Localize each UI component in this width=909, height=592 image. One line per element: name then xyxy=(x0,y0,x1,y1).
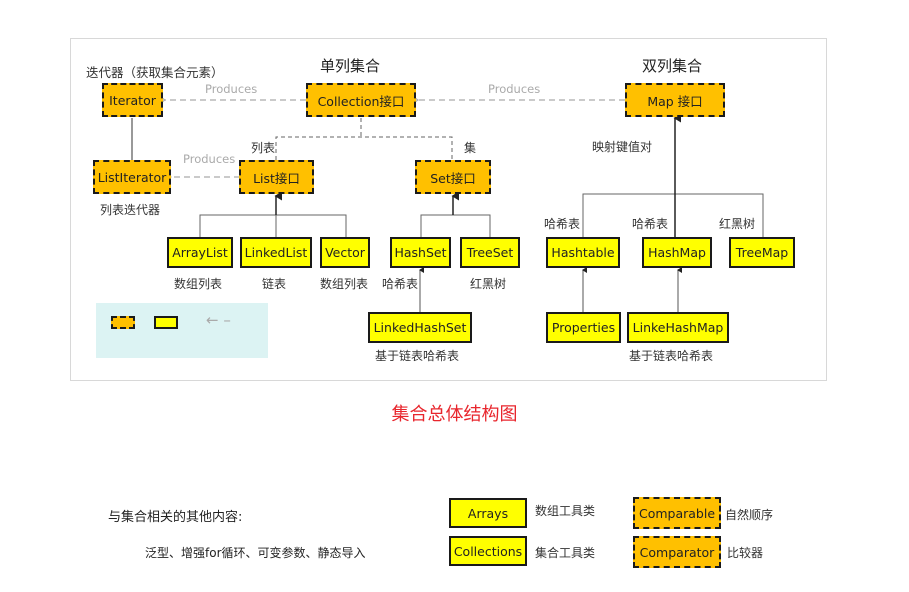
node-linkedhashset[interactable]: LinkedHashSet xyxy=(368,312,472,343)
produces-label: Produces xyxy=(488,82,541,96)
produces-label: Produces xyxy=(205,82,258,96)
node-map[interactable]: Map 接口 xyxy=(625,83,725,117)
hashmap-desc: 哈希表 xyxy=(632,217,669,231)
collection-branch-lines xyxy=(275,118,453,160)
node-hashset[interactable]: HashSet xyxy=(390,237,451,268)
node-linkehashmap[interactable]: LinkeHashMap xyxy=(627,312,729,343)
linkedlist-desc: 链表 xyxy=(262,277,287,291)
legend-interface-swatch xyxy=(111,316,135,329)
node-vector[interactable]: Vector xyxy=(320,237,370,268)
node-hashmap[interactable]: HashMap xyxy=(642,237,712,268)
linkehashmap-desc: 基于链表哈希表 xyxy=(629,349,714,363)
hashtable-desc: 哈希表 xyxy=(544,217,581,231)
legend: ← – xyxy=(96,303,268,358)
set-branch-label: 集 xyxy=(464,141,477,155)
treemap-desc: 红黑树 xyxy=(719,217,756,231)
node-hashtable[interactable]: Hashtable xyxy=(546,237,620,268)
node-arrays[interactable]: Arrays xyxy=(449,498,527,528)
treeset-desc: 红黑树 xyxy=(470,277,507,291)
comparator-desc: 比较器 xyxy=(727,546,764,560)
arrays-desc: 数组工具类 xyxy=(535,504,596,518)
node-list[interactable]: List接口 xyxy=(239,160,314,194)
node-arraylist[interactable]: ArrayList xyxy=(167,237,233,268)
node-comparable[interactable]: Comparable xyxy=(633,497,721,529)
node-collections[interactable]: Collections xyxy=(449,536,527,566)
collections-desc: 集合工具类 xyxy=(535,546,596,560)
arraylist-desc: 数组列表 xyxy=(174,277,223,291)
node-properties[interactable]: Properties xyxy=(546,312,621,343)
other-heading: 与集合相关的其他内容: xyxy=(108,510,243,525)
legend-class-swatch xyxy=(154,316,178,329)
node-iterator[interactable]: Iterator xyxy=(102,83,163,117)
set-children-lines xyxy=(420,214,491,237)
node-linkedlist[interactable]: LinkedList xyxy=(240,237,312,268)
double-column-header: 双列集合 xyxy=(642,57,703,75)
comparable-desc: 自然顺序 xyxy=(725,508,774,522)
iterator-caption: 迭代器（获取集合元素） xyxy=(86,65,224,80)
hashset-desc: 哈希表 xyxy=(382,277,419,291)
node-treemap[interactable]: TreeMap xyxy=(729,237,795,268)
other-items: 泛型、增强for循环、可变参数、静态导入 xyxy=(145,546,366,560)
diagram-title: 集合总体结构图 xyxy=(391,404,518,425)
list-iterator-desc: 列表迭代器 xyxy=(100,203,161,217)
list-children-lines xyxy=(199,195,347,237)
produces-label: Produces xyxy=(183,152,236,166)
list-branch-label: 列表 xyxy=(251,141,276,155)
node-treeset[interactable]: TreeSet xyxy=(460,237,520,268)
single-column-header: 单列集合 xyxy=(320,57,381,75)
node-list-iterator[interactable]: ListIterator xyxy=(93,160,171,194)
node-collection[interactable]: Collection接口 xyxy=(306,83,416,117)
map-desc-label: 映射键值对 xyxy=(592,140,653,154)
legend-dashed-arrow-icon: ← – xyxy=(206,311,231,329)
node-comparator[interactable]: Comparator xyxy=(633,536,721,568)
node-set[interactable]: Set接口 xyxy=(415,160,491,194)
linkedhashset-desc: 基于链表哈希表 xyxy=(375,349,460,363)
vector-desc: 数组列表 xyxy=(320,277,369,291)
